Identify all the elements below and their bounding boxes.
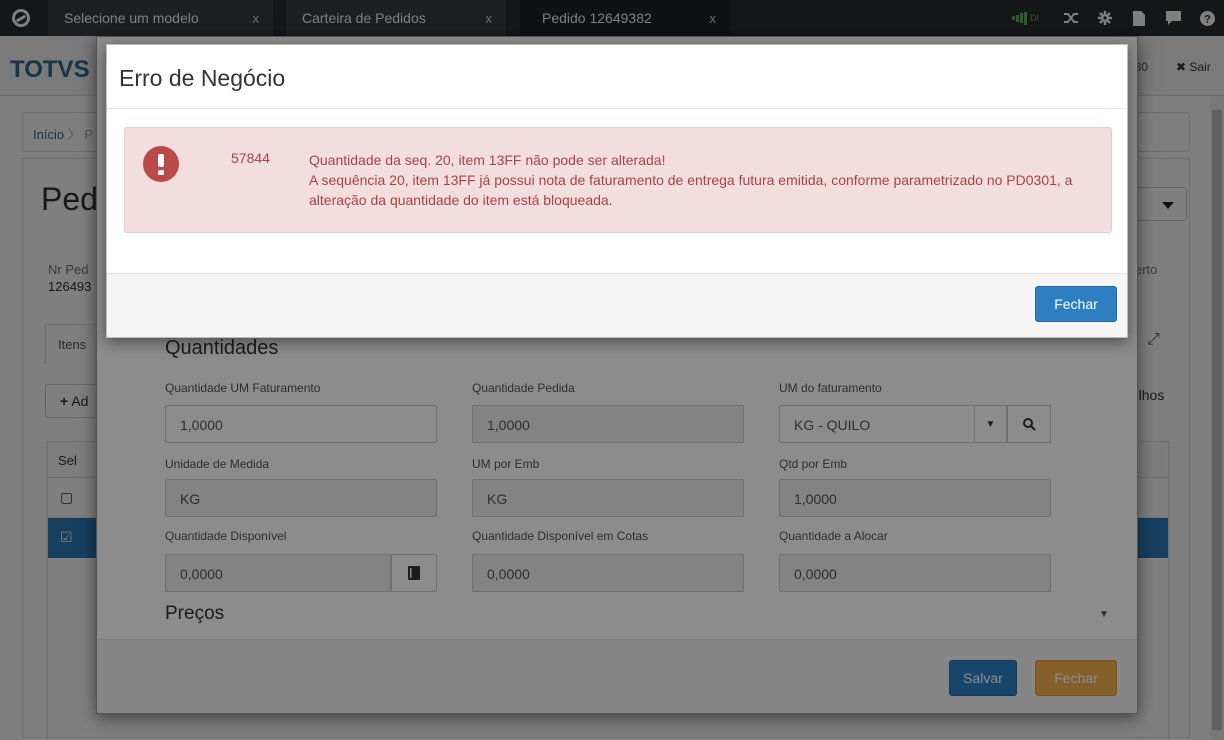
exclamation-icon [143, 146, 179, 182]
error-modal-title: Erro de Negócio [119, 65, 286, 91]
error-message-line2: A sequência 20, item 13FF já possui nota… [309, 172, 1073, 208]
error-alert: 57844 Quantidade da seq. 20, item 13FF n… [124, 127, 1112, 233]
error-message: Quantidade da seq. 20, item 13FF não pod… [309, 150, 1099, 210]
error-code: 57844 [231, 150, 270, 166]
error-modal-footer: Fechar [107, 273, 1127, 337]
error-modal-header: Erro de Negócio [107, 45, 1127, 109]
error-modal: Erro de Negócio 57844 Quantidade da seq.… [106, 44, 1128, 338]
error-close-button[interactable]: Fechar [1035, 286, 1117, 322]
error-message-line1: Quantidade da seq. 20, item 13FF não pod… [309, 152, 666, 168]
